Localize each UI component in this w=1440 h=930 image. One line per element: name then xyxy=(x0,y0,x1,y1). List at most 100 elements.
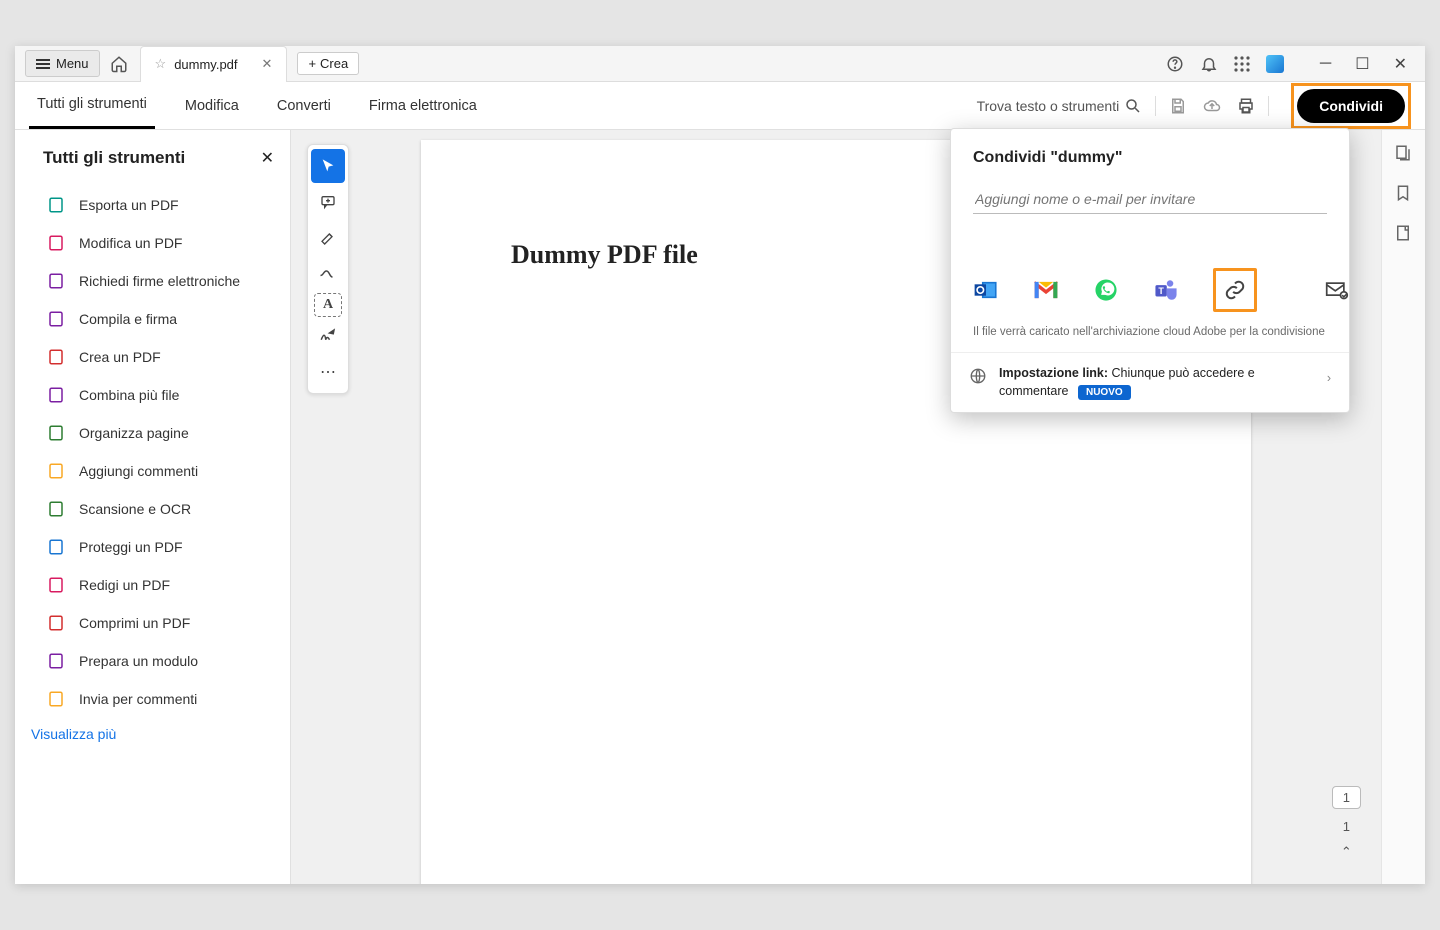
tool-item[interactable]: Crea un PDF xyxy=(43,338,274,376)
page-indicator: 1 1 ⌃ xyxy=(1332,786,1361,860)
tool-label: Crea un PDF xyxy=(79,349,161,365)
tool-icon xyxy=(47,614,65,632)
window-minimize[interactable]: ─ xyxy=(1320,55,1331,73)
tool-icon xyxy=(47,386,65,404)
page-up-icon[interactable]: ⌃ xyxy=(1341,844,1352,860)
hamburger-icon xyxy=(36,59,50,69)
tool-icon xyxy=(47,538,65,556)
view-more-link[interactable]: Visualizza più xyxy=(31,718,274,742)
tool-label: Compila e firma xyxy=(79,311,177,327)
draw-tool[interactable] xyxy=(311,257,345,291)
tool-label: Combina più file xyxy=(79,387,179,403)
share-cloud-note: Il file verrà caricato nell'archiviazion… xyxy=(973,326,1327,338)
plus-icon: + xyxy=(308,56,316,71)
tool-label: Modifica un PDF xyxy=(79,235,182,251)
tool-label: Proteggi un PDF xyxy=(79,539,183,555)
tool-item[interactable]: Scansione e OCR xyxy=(43,490,274,528)
teams-icon[interactable]: T xyxy=(1153,277,1179,303)
tool-icon xyxy=(47,272,65,290)
globe-icon xyxy=(969,367,987,385)
link-settings-row[interactable]: Impostazione link: Chiunque può accedere… xyxy=(951,352,1349,412)
tool-label: Organizza pagine xyxy=(79,425,189,441)
share-button-highlight: Condividi xyxy=(1291,83,1411,129)
new-tab-button[interactable]: + Crea xyxy=(297,52,359,75)
home-button[interactable] xyxy=(110,55,128,73)
share-popover: Condividi "dummy" T xyxy=(950,128,1350,413)
share-invite-input[interactable] xyxy=(973,185,1327,214)
panel-icon-1[interactable] xyxy=(1394,144,1414,164)
tool-item[interactable]: Modifica un PDF xyxy=(43,224,274,262)
window-maximize[interactable]: ☐ xyxy=(1355,54,1369,74)
menu-label: Menu xyxy=(56,56,89,71)
tool-item[interactable]: Proteggi un PDF xyxy=(43,528,274,566)
tool-icon xyxy=(47,310,65,328)
window-close[interactable]: ✕ xyxy=(1394,54,1407,74)
cloud-storage-icon[interactable] xyxy=(1266,55,1284,73)
star-icon[interactable]: ☆ xyxy=(155,56,167,72)
navtab-edit[interactable]: Modifica xyxy=(177,84,247,128)
tool-label: Scansione e OCR xyxy=(79,501,191,517)
tool-label: Aggiungi commenti xyxy=(79,463,198,479)
mail-settings-icon[interactable] xyxy=(1325,277,1349,303)
print-icon[interactable] xyxy=(1236,96,1256,116)
navtab-sign[interactable]: Firma elettronica xyxy=(361,84,485,128)
navtab-convert[interactable]: Converti xyxy=(269,84,339,128)
titlebar: Menu ☆ dummy.pdf ✕ + Crea xyxy=(15,46,1425,82)
sidebar-title-row: Tutti gli strumenti ✕ xyxy=(43,148,274,168)
sign-tool[interactable] xyxy=(311,319,345,353)
create-label: Crea xyxy=(320,56,348,71)
copy-link-icon[interactable] xyxy=(1222,277,1248,303)
comment-tool[interactable] xyxy=(311,185,345,219)
tool-item[interactable]: Richiedi firme elettroniche xyxy=(43,262,274,300)
tool-item[interactable]: Prepara un modulo xyxy=(43,642,274,680)
navtab-tools[interactable]: Tutti gli strumenti xyxy=(29,82,155,129)
outlook-icon[interactable] xyxy=(973,277,999,303)
whatsapp-icon[interactable] xyxy=(1093,277,1119,303)
help-icon[interactable] xyxy=(1166,55,1184,73)
pages-icon[interactable] xyxy=(1394,224,1414,244)
tool-item[interactable]: Redigi un PDF xyxy=(43,566,274,604)
vertical-toolstrip: A ⋯ xyxy=(307,144,349,394)
document-tab[interactable]: ☆ dummy.pdf ✕ xyxy=(140,46,288,82)
sidebar-close[interactable]: ✕ xyxy=(261,148,274,168)
share-button[interactable]: Condividi xyxy=(1297,89,1405,123)
tool-item[interactable]: Esporta un PDF xyxy=(43,186,274,224)
tab-filename: dummy.pdf xyxy=(174,57,237,72)
share-title: Condividi "dummy" xyxy=(973,149,1327,167)
page-input[interactable]: 1 xyxy=(1332,786,1361,809)
tool-icon xyxy=(47,196,65,214)
tool-item[interactable]: Combina più file xyxy=(43,376,274,414)
tab-close-button[interactable]: ✕ xyxy=(262,56,273,72)
search-icon[interactable] xyxy=(1123,96,1143,116)
notifications-icon[interactable] xyxy=(1200,55,1218,73)
more-tools[interactable]: ⋯ xyxy=(311,355,345,389)
save-icon[interactable] xyxy=(1168,96,1188,116)
tool-icon xyxy=(47,234,65,252)
text-tool[interactable]: A xyxy=(314,293,342,317)
tool-icon xyxy=(47,424,65,442)
tool-label: Comprimi un PDF xyxy=(79,615,190,631)
new-badge: NUOVO xyxy=(1078,385,1131,400)
search-hint[interactable]: Trova testo o strumenti xyxy=(977,98,1120,114)
apps-grid-icon[interactable] xyxy=(1234,56,1250,72)
right-rail xyxy=(1381,130,1425,884)
menu-button[interactable]: Menu xyxy=(25,50,100,77)
tool-item[interactable]: Comprimi un PDF xyxy=(43,604,274,642)
tool-item[interactable]: Aggiungi commenti xyxy=(43,452,274,490)
gmail-icon[interactable] xyxy=(1033,277,1059,303)
tool-label: Esporta un PDF xyxy=(79,197,179,213)
tool-icon xyxy=(47,652,65,670)
chevron-right-icon: › xyxy=(1327,371,1331,385)
bookmark-icon[interactable] xyxy=(1394,184,1414,204)
tool-item[interactable]: Compila e firma xyxy=(43,300,274,338)
cloud-upload-icon[interactable] xyxy=(1202,96,1222,116)
tool-icon xyxy=(47,576,65,594)
tool-label: Redigi un PDF xyxy=(79,577,170,593)
tool-label: Prepara un modulo xyxy=(79,653,198,669)
tool-item[interactable]: Organizza pagine xyxy=(43,414,274,452)
page-total: 1 xyxy=(1343,819,1350,834)
tool-item[interactable]: Invia per commenti xyxy=(43,680,274,718)
tool-label: Invia per commenti xyxy=(79,691,197,707)
select-tool[interactable] xyxy=(311,149,345,183)
highlight-tool[interactable] xyxy=(311,221,345,255)
